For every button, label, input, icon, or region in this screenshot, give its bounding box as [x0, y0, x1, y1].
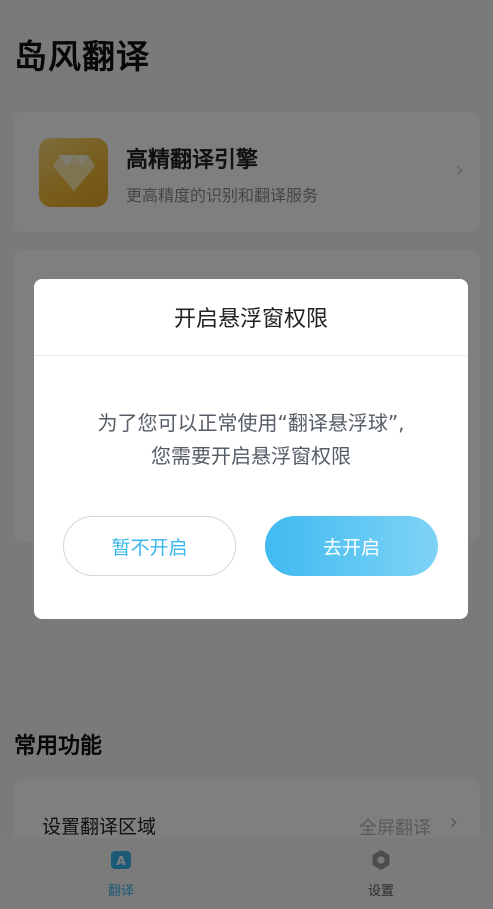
dialog-title: 开启悬浮窗权限 — [173, 307, 328, 332]
dialog-message-line2: 您需要开启悬浮窗权限 — [151, 444, 351, 468]
enable-permission-button[interactable]: 去开启 — [265, 516, 438, 576]
divider — [34, 355, 468, 356]
dialog-message-line1: 为了您可以正常使用“翻译悬浮球”, — [97, 411, 405, 435]
cancel-button[interactable]: 暂不开启 — [63, 516, 236, 576]
permission-dialog: 开启悬浮窗权限 为了您可以正常使用“翻译悬浮球”, 您需要开启悬浮窗权限 暂不开… — [34, 279, 468, 619]
